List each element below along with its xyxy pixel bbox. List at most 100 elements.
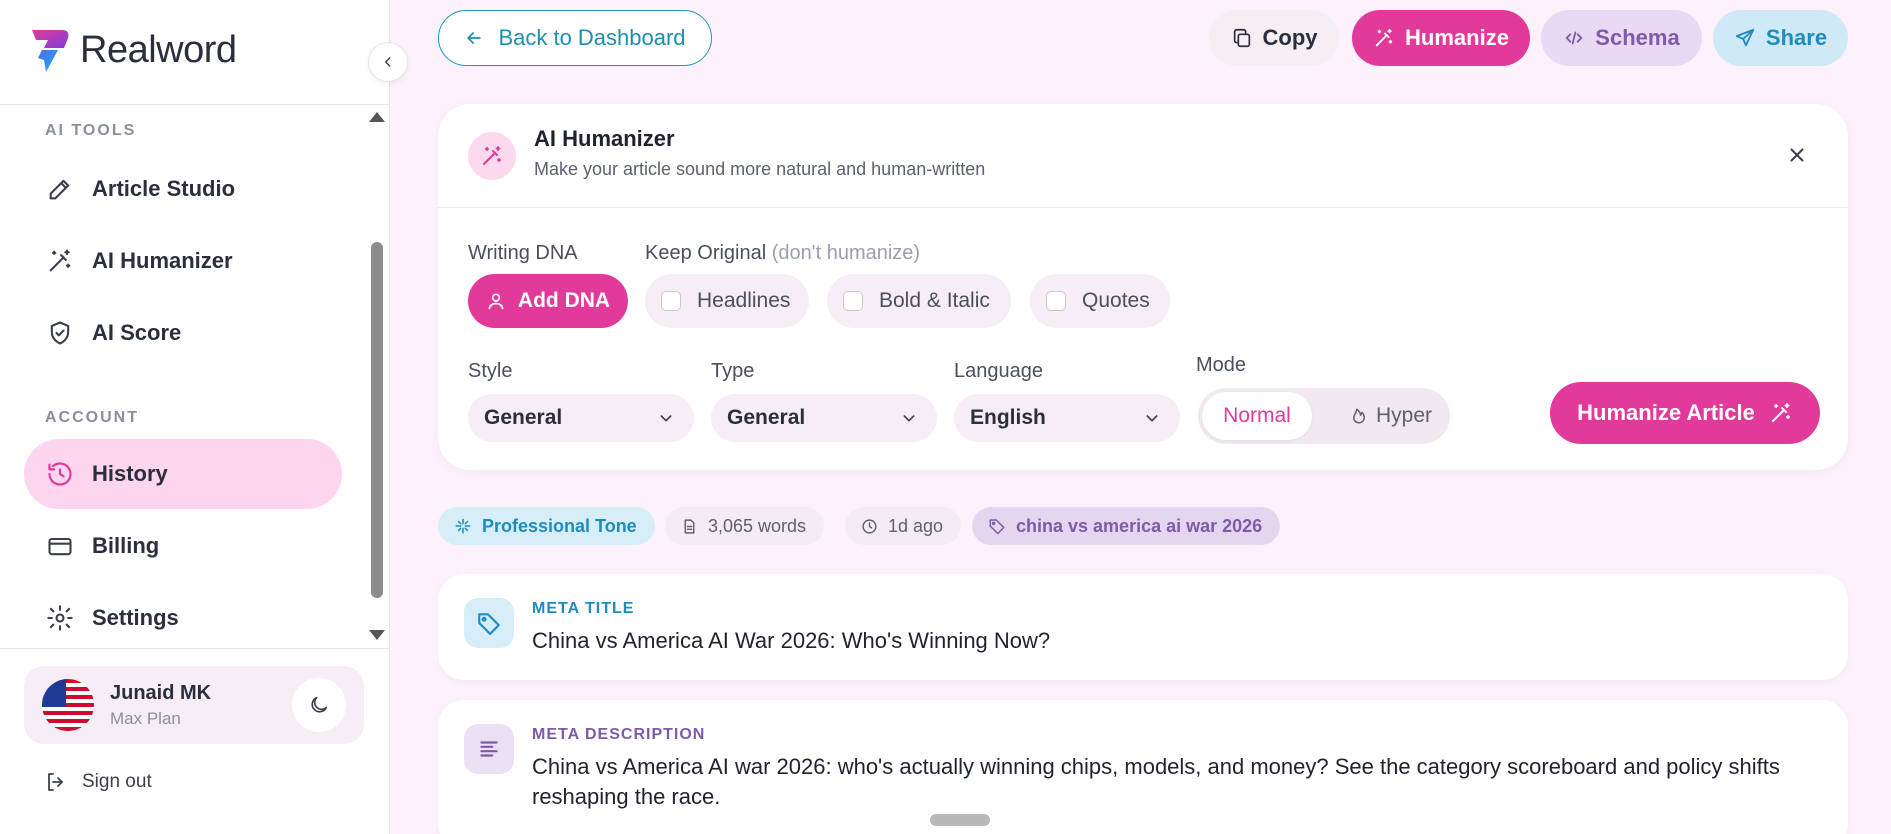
sidebar-item-label: History <box>92 461 168 486</box>
humanize-button[interactable]: Humanize <box>1352 10 1530 66</box>
collapse-sidebar-button[interactable] <box>368 42 408 82</box>
share-label: Share <box>1765 25 1828 50</box>
type-label: Type <box>711 360 755 382</box>
word-count-label: 3,065 words <box>708 515 807 536</box>
chevron-down-icon <box>660 415 672 422</box>
checkbox-label: Quotes <box>1082 289 1150 312</box>
add-dna-label: Add DNA <box>517 289 611 312</box>
humanizer-subtitle: Make your article sound more natural and… <box>534 159 986 179</box>
sidebar-divider <box>0 648 390 649</box>
sidebar-divider <box>0 104 390 105</box>
sidebar-item-settings[interactable]: Settings <box>24 583 342 653</box>
checkbox-label: Bold & Italic <box>879 289 990 312</box>
checkbox-icon <box>843 291 863 311</box>
copy-icon <box>1233 28 1250 48</box>
mode-normal-option[interactable]: Normal <box>1202 392 1312 440</box>
keep-bold-italic-checkbox[interactable]: Bold & Italic <box>827 274 1011 328</box>
meta-description-card: META DESCRIPTION China vs America AI war… <box>438 700 1848 834</box>
resize-handle[interactable] <box>930 814 990 826</box>
credit-card-icon <box>48 537 72 556</box>
realword-logo-icon <box>32 30 69 72</box>
schema-label: Schema <box>1595 25 1680 50</box>
us-flag-icon <box>42 679 94 731</box>
mode-hyper-option[interactable]: Hyper <box>1336 392 1446 440</box>
keep-headlines-checkbox[interactable]: Headlines <box>645 274 809 328</box>
style-label: Style <box>468 360 513 382</box>
section-title-ai-tools: AI TOOLS <box>45 122 137 139</box>
sign-out-button[interactable]: Sign out <box>44 770 152 794</box>
back-label: Back to Dashboard <box>498 25 686 50</box>
document-icon <box>684 518 695 534</box>
humanizer-panel: AI Humanizer Make your article sound mor… <box>438 104 1848 470</box>
sidebar-item-history[interactable]: History <box>24 439 342 509</box>
sidebar-item-label: Settings <box>92 605 179 630</box>
moon-icon <box>311 696 328 713</box>
sparkle-icon <box>455 518 471 534</box>
language-select[interactable]: English <box>954 394 1180 442</box>
keep-original-hint: (don't humanize) <box>771 242 921 264</box>
tone-badge: Professional Tone <box>438 507 655 545</box>
add-dna-button[interactable]: Add DNA <box>468 274 628 328</box>
sign-out-label: Sign out <box>82 771 152 792</box>
scroll-down-arrow[interactable] <box>369 630 385 640</box>
gear-icon <box>47 605 73 631</box>
humanize-article-button[interactable]: Humanize Article <box>1550 382 1820 444</box>
meta-description-label: META DESCRIPTION <box>532 726 706 743</box>
sidebar-item-label: Article Studio <box>92 176 236 201</box>
magic-wand-icon <box>1771 403 1790 422</box>
tag-icon <box>989 519 1005 535</box>
word-count-badge: 3,065 words <box>665 507 825 545</box>
share-button[interactable]: Share <box>1713 10 1848 66</box>
clock-icon <box>862 518 877 534</box>
user-card[interactable]: Junaid MK Max Plan <box>24 666 364 744</box>
copy-button[interactable]: Copy <box>1209 10 1339 66</box>
meta-title-card: META TITLE China vs America AI War 2026:… <box>438 574 1848 680</box>
meta-description-badge <box>464 724 514 774</box>
humanizer-title: AI Humanizer <box>534 126 675 151</box>
sidebar-item-article-studio[interactable]: Article Studio <box>24 154 342 224</box>
keep-quotes-checkbox[interactable]: Quotes <box>1030 274 1170 328</box>
writing-dna-label: Writing DNA <box>468 242 578 264</box>
mode-hyper-label: Hyper <box>1375 404 1433 427</box>
sidebar-scrollbar-thumb[interactable] <box>371 242 383 598</box>
mode-label: Mode <box>1196 354 1247 376</box>
user-name: Junaid MK <box>110 681 212 704</box>
tone-label: Professional Tone <box>482 515 637 536</box>
meta-title-value: China vs America AI War 2026: Who's Winn… <box>532 628 1051 653</box>
user-icon <box>488 293 504 310</box>
chevron-left-icon <box>384 57 391 67</box>
back-to-dashboard-button[interactable]: Back to Dashboard <box>438 10 712 66</box>
keyword-label: china vs america ai war 2026 <box>1016 515 1263 536</box>
meta-description-value: China vs America AI war 2026: who's actu… <box>532 754 1780 809</box>
type-select[interactable]: General <box>711 394 937 442</box>
schema-button[interactable]: Schema <box>1541 10 1702 66</box>
sign-out-icon <box>48 773 63 791</box>
checkbox-icon <box>661 291 681 311</box>
style-value: General <box>484 406 563 429</box>
sidebar-item-billing[interactable]: Billing <box>24 511 342 581</box>
scroll-up-arrow[interactable] <box>369 112 385 122</box>
app-logo[interactable]: Realword <box>28 26 237 74</box>
meta-title-badge <box>464 598 514 648</box>
section-title-account: ACCOUNT <box>45 409 139 426</box>
meta-title-label: META TITLE <box>532 600 635 617</box>
close-icon[interactable] <box>1786 144 1808 166</box>
sidebar-item-ai-score[interactable]: AI Score <box>24 298 342 368</box>
shield-check-icon <box>50 321 70 345</box>
chevron-down-icon <box>903 415 915 422</box>
code-icon <box>1566 31 1583 45</box>
humanize-label: Humanize <box>1405 25 1509 50</box>
user-plan: Max Plan <box>110 708 181 728</box>
send-icon <box>1735 28 1755 47</box>
magic-wand-icon <box>483 146 501 165</box>
mode-toggle: Normal Hyper <box>1198 388 1450 444</box>
style-select[interactable]: General <box>468 394 694 442</box>
theme-toggle-button[interactable] <box>292 678 346 732</box>
sidebar-item-ai-humanizer[interactable]: AI Humanizer <box>24 226 342 296</box>
chevron-down-icon <box>1146 415 1158 422</box>
keyword-badge: china vs america ai war 2026 <box>972 507 1281 545</box>
humanizer-panel-header: AI Humanizer Make your article sound mor… <box>438 104 1848 208</box>
humanizer-badge <box>468 132 516 180</box>
humanize-article-label: Humanize Article <box>1577 400 1755 425</box>
pencil-icon <box>49 179 70 200</box>
